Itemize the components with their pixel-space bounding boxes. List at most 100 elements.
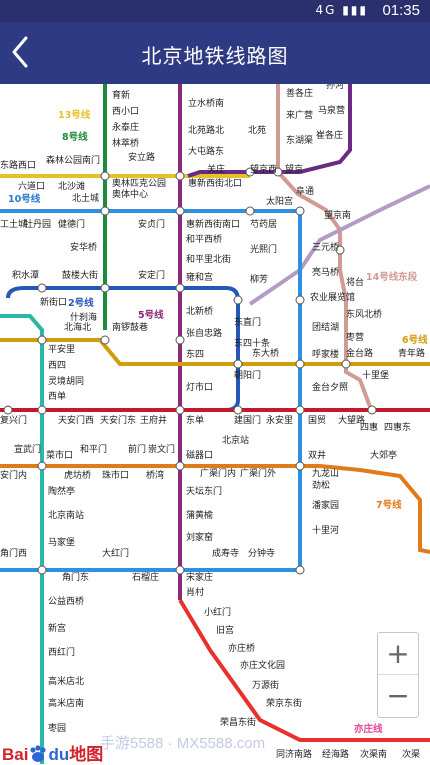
line-label[interactable]: 14号线东段 — [366, 271, 418, 283]
station-label[interactable]: 安贞门 — [138, 218, 165, 230]
line-label[interactable]: 8号线 — [62, 131, 88, 143]
station-label[interactable]: 陶然亭 — [48, 485, 75, 497]
line-label[interactable]: 10号线 — [8, 193, 41, 205]
station-label[interactable]: 崇文门 — [148, 443, 175, 455]
station-label[interactable]: 惠新西街北口 — [188, 177, 242, 189]
station-label[interactable]: 天坛东门 — [186, 485, 222, 497]
line-label[interactable]: 13号线 — [58, 109, 91, 121]
station-label[interactable]: 亦庄文化园 — [240, 659, 285, 671]
station-label[interactable]: 天安门西 — [58, 414, 94, 426]
station-label[interactable]: 蒲黄榆 — [186, 509, 213, 521]
station-label[interactable]: 四惠东 — [384, 421, 411, 433]
station-label[interactable]: 东直门 — [234, 316, 261, 328]
station-label[interactable]: 永安里 — [266, 414, 293, 426]
station-label[interactable]: 灯市口 — [186, 381, 213, 393]
station-label[interactable]: 菜市口 — [46, 449, 73, 461]
zoom-out-button[interactable]: − — [378, 675, 418, 716]
station-label[interactable]: 育新 — [112, 89, 130, 101]
station-label[interactable]: 东风北桥 — [346, 308, 382, 320]
station-label[interactable]: 北新桥 — [186, 305, 213, 317]
station-label[interactable]: 经海路 — [322, 748, 349, 760]
station-label[interactable]: 奥林匹克公园 — [112, 177, 166, 189]
station-label[interactable]: 望京南 — [324, 209, 351, 221]
station-label[interactable]: 虎坊桥 — [64, 469, 91, 481]
station-label[interactable]: 桥湾 — [146, 469, 164, 481]
station-label[interactable]: 青年路 — [398, 347, 425, 359]
station-label[interactable]: 公益西桥 — [48, 595, 84, 607]
line-label[interactable]: 6号线 — [402, 334, 428, 346]
station-label[interactable]: 亦庄桥 — [228, 642, 255, 654]
line-label[interactable]: 7号线 — [376, 499, 402, 511]
station-label[interactable]: 北京南站 — [48, 509, 84, 521]
station-label[interactable]: 北苑 — [248, 124, 266, 136]
station-label[interactable]: 新街口 — [40, 296, 67, 308]
station-label[interactable]: 北京站 — [222, 434, 249, 446]
station-label[interactable]: 东大桥 — [252, 347, 279, 359]
station-label[interactable]: 石榴庄 — [132, 571, 159, 583]
station-label[interactable]: 西红门 — [48, 646, 75, 658]
station-label[interactable]: 太阳宫 — [266, 195, 293, 207]
station-label[interactable]: 双井 — [308, 449, 326, 461]
station-label[interactable]: 建国门 — [234, 414, 261, 426]
station-label[interactable]: 荣昌东街 — [220, 716, 256, 728]
subway-map[interactable]: 13号线 8号线 10号线 2号线 5号线 14号线东段 6号线 7号线亦庄线 孙河马泉营崔各… — [0, 84, 430, 764]
station-label[interactable]: 鼓楼大街 — [62, 269, 98, 281]
station-label[interactable]: 广渠门内 — [200, 467, 236, 479]
station-label[interactable]: 广渠门外 — [240, 467, 276, 479]
station-label[interactable]: 林萃桥 — [112, 137, 139, 149]
station-label[interactable]: 光熙门 — [250, 243, 277, 255]
station-label[interactable]: 宋家庄 — [186, 571, 213, 583]
station-label[interactable]: 天安门东 — [100, 414, 136, 426]
station-label[interactable]: 望京 — [285, 163, 303, 175]
station-label[interactable]: 西单 — [48, 390, 66, 402]
station-label[interactable]: 珠市口 — [102, 469, 129, 481]
station-label[interactable]: 东湖渠 — [286, 134, 313, 146]
station-label[interactable]: 灵境胡同 — [48, 375, 84, 387]
station-label[interactable]: 西四 — [48, 360, 66, 371]
station-label[interactable]: 呼家楼 — [312, 348, 339, 360]
station-label[interactable]: 亮马桥 — [312, 266, 339, 278]
station-label[interactable]: 东路西口 — [0, 159, 36, 171]
station-label[interactable]: 大屯路东 — [188, 145, 224, 157]
station-label[interactable]: 平安里 — [48, 343, 75, 355]
station-label[interactable]: 三元桥 — [312, 241, 339, 253]
station-label[interactable]: 宣武门 — [14, 443, 41, 455]
station-label[interactable]: 安定门 — [138, 269, 165, 281]
station-label[interactable]: 积水潭 — [12, 269, 39, 281]
station-label[interactable]: 六道口 — [18, 180, 45, 192]
station-label[interactable]: 次渠 — [402, 748, 420, 760]
station-label[interactable]: 金台夕照 — [312, 381, 348, 393]
station-label[interactable]: 和平西桥 — [186, 233, 222, 245]
station-label[interactable]: 来广营 — [286, 109, 313, 121]
station-label[interactable]: 阜通 — [296, 185, 314, 197]
station-label[interactable]: 旧宫 — [216, 624, 234, 636]
station-label[interactable]: 枣园 — [48, 723, 66, 734]
station-label[interactable]: 北沙滩 — [58, 180, 85, 192]
station-label[interactable]: 西小口 — [112, 106, 139, 117]
station-label[interactable]: 成寿寺 — [212, 547, 239, 559]
station-label[interactable]: 东四 — [186, 348, 204, 360]
station-label[interactable]: 四惠 — [360, 421, 378, 433]
station-label[interactable]: 惠新西街南口 — [186, 218, 240, 230]
station-label[interactable]: 永泰庄 — [112, 121, 139, 133]
station-label[interactable]: 什刹海 — [70, 311, 97, 323]
station-label[interactable]: 健德门 — [58, 218, 85, 230]
station-label[interactable]: 安华桥 — [70, 241, 97, 253]
station-label[interactable]: 国贸 — [308, 414, 326, 426]
station-label[interactable]: 高米店北 — [48, 675, 84, 687]
station-label[interactable]: 望京西 — [250, 163, 277, 175]
station-label[interactable]: 东单 — [186, 414, 204, 426]
station-label[interactable]: 雍和宫 — [186, 271, 213, 283]
station-label[interactable]: 角门东 — [62, 571, 89, 583]
station-label[interactable]: 森林公园南门 — [46, 154, 100, 166]
station-label[interactable]: 磁器口 — [186, 449, 213, 461]
station-label[interactable]: 东四十条 — [234, 337, 270, 349]
station-label[interactable]: 团结湖 — [312, 321, 339, 333]
station-label[interactable]: 次渠南 — [360, 748, 387, 760]
station-label[interactable]: 万源街 — [252, 679, 279, 691]
station-label[interactable]: 和平门 — [80, 443, 107, 455]
station-label[interactable]: 前门 — [128, 443, 146, 455]
station-label[interactable]: 张自忠路 — [186, 327, 222, 339]
zoom-in-button[interactable]: + — [378, 633, 418, 675]
station-label[interactable]: 肖村 — [186, 586, 204, 598]
